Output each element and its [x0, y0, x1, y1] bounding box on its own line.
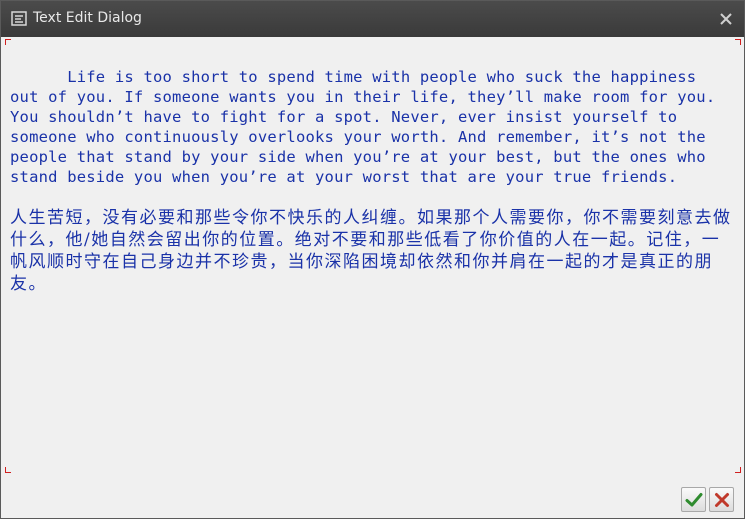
text-editor[interactable]: Life is too short to spend time with peo… [5, 39, 741, 473]
text-edit-icon [11, 11, 29, 27]
checkmark-icon [685, 493, 703, 507]
dialog-title: Text Edit Dialog [33, 10, 142, 26]
chinese-text: 人生苦短，没有必要和那些令你不快乐的人纠缠。如果那个人需要你，你不需要刻意去做什… [10, 208, 732, 294]
text-content[interactable]: Life is too short to spend time with peo… [10, 47, 732, 467]
cancel-x-icon [715, 493, 729, 507]
text-edit-dialog: Text Edit Dialog Life is too short to sp… [0, 0, 745, 519]
corner-marker [5, 467, 11, 473]
title-bar[interactable]: Text Edit Dialog [1, 1, 744, 37]
corner-marker [735, 467, 741, 473]
ok-button[interactable] [681, 487, 706, 512]
corner-marker [735, 39, 741, 45]
english-text: Life is too short to spend time with peo… [10, 68, 725, 186]
close-icon[interactable] [718, 11, 734, 27]
corner-marker [5, 39, 11, 45]
cancel-button[interactable] [709, 487, 734, 512]
